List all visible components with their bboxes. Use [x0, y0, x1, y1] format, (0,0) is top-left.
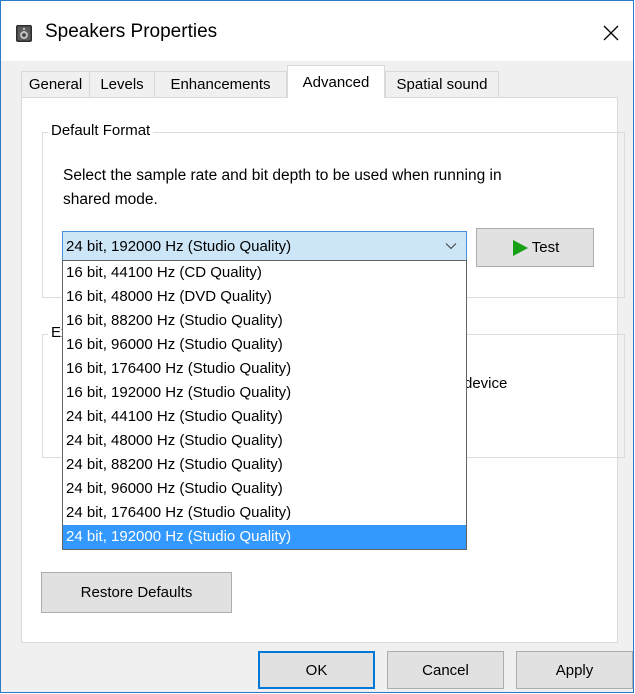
ok-label: OK — [305, 661, 328, 679]
test-button-label: Test — [531, 239, 560, 256]
apply-label: Apply — [555, 661, 594, 679]
tab-spatial-sound[interactable]: Spatial sound — [385, 71, 499, 97]
dropdown-option[interactable]: 16 bit, 44100 Hz (CD Quality) — [63, 261, 466, 285]
default-format-label: Default Format — [48, 122, 154, 139]
apply-button[interactable]: Apply — [516, 651, 633, 689]
dropdown-option[interactable]: 24 bit, 88200 Hz (Studio Quality) — [63, 453, 466, 477]
speakers-properties-dialog: Speakers Properties General Levels Enhan… — [0, 0, 634, 693]
ok-button[interactable]: OK — [258, 651, 375, 689]
speaker-icon — [15, 24, 33, 43]
dropdown-option[interactable]: 24 bit, 96000 Hz (Studio Quality) — [63, 477, 466, 501]
restore-defaults-button[interactable]: Restore Defaults — [41, 572, 232, 613]
play-icon — [512, 239, 528, 256]
dropdown-option[interactable]: 16 bit, 176400 Hz (Studio Quality) — [63, 357, 466, 381]
tab-label: General — [28, 76, 83, 93]
default-format-description: Select the sample rate and bit depth to … — [63, 167, 502, 208]
tab-general[interactable]: General — [21, 71, 90, 97]
sample-rate-selected-value: 24 bit, 192000 Hz (Studio Quality) — [66, 237, 292, 255]
cancel-label: Cancel — [422, 661, 469, 679]
cancel-button[interactable]: Cancel — [387, 651, 504, 689]
dropdown-option[interactable]: 24 bit, 48000 Hz (Studio Quality) — [63, 429, 466, 453]
exclusive-mode-text: device — [464, 375, 508, 392]
close-icon — [603, 25, 619, 41]
title-bar: Speakers Properties — [1, 1, 633, 61]
tab-enhancements[interactable]: Enhancements — [154, 71, 287, 97]
dropdown-option-selected[interactable]: 24 bit, 192000 Hz (Studio Quality) — [63, 525, 466, 549]
tab-levels[interactable]: Levels — [89, 71, 155, 97]
tab-label: Enhancements — [170, 76, 271, 93]
window-title: Speakers Properties — [45, 21, 218, 42]
chevron-down-icon — [445, 243, 457, 250]
close-button[interactable] — [589, 13, 633, 53]
tab-label: Levels — [100, 76, 144, 93]
dropdown-option[interactable]: 16 bit, 192000 Hz (Studio Quality) — [63, 381, 466, 405]
sample-rate-dropdown-list: 16 bit, 44100 Hz (CD Quality) 16 bit, 48… — [62, 260, 467, 550]
tab-label: Advanced — [302, 73, 370, 91]
dropdown-option[interactable]: 16 bit, 48000 Hz (DVD Quality) — [63, 285, 466, 309]
dropdown-option[interactable]: 16 bit, 88200 Hz (Studio Quality) — [63, 309, 466, 333]
tab-advanced[interactable]: Advanced — [287, 65, 385, 98]
dropdown-option[interactable]: 16 bit, 96000 Hz (Studio Quality) — [63, 333, 466, 357]
dropdown-option[interactable]: 24 bit, 176400 Hz (Studio Quality) — [63, 501, 466, 525]
sample-rate-select[interactable]: 24 bit, 192000 Hz (Studio Quality) — [62, 231, 467, 261]
tab-label: Spatial sound — [396, 76, 488, 93]
test-button[interactable]: Test — [476, 228, 594, 267]
dropdown-option[interactable]: 24 bit, 44100 Hz (Studio Quality) — [63, 405, 466, 429]
restore-defaults-label: Restore Defaults — [80, 584, 193, 601]
